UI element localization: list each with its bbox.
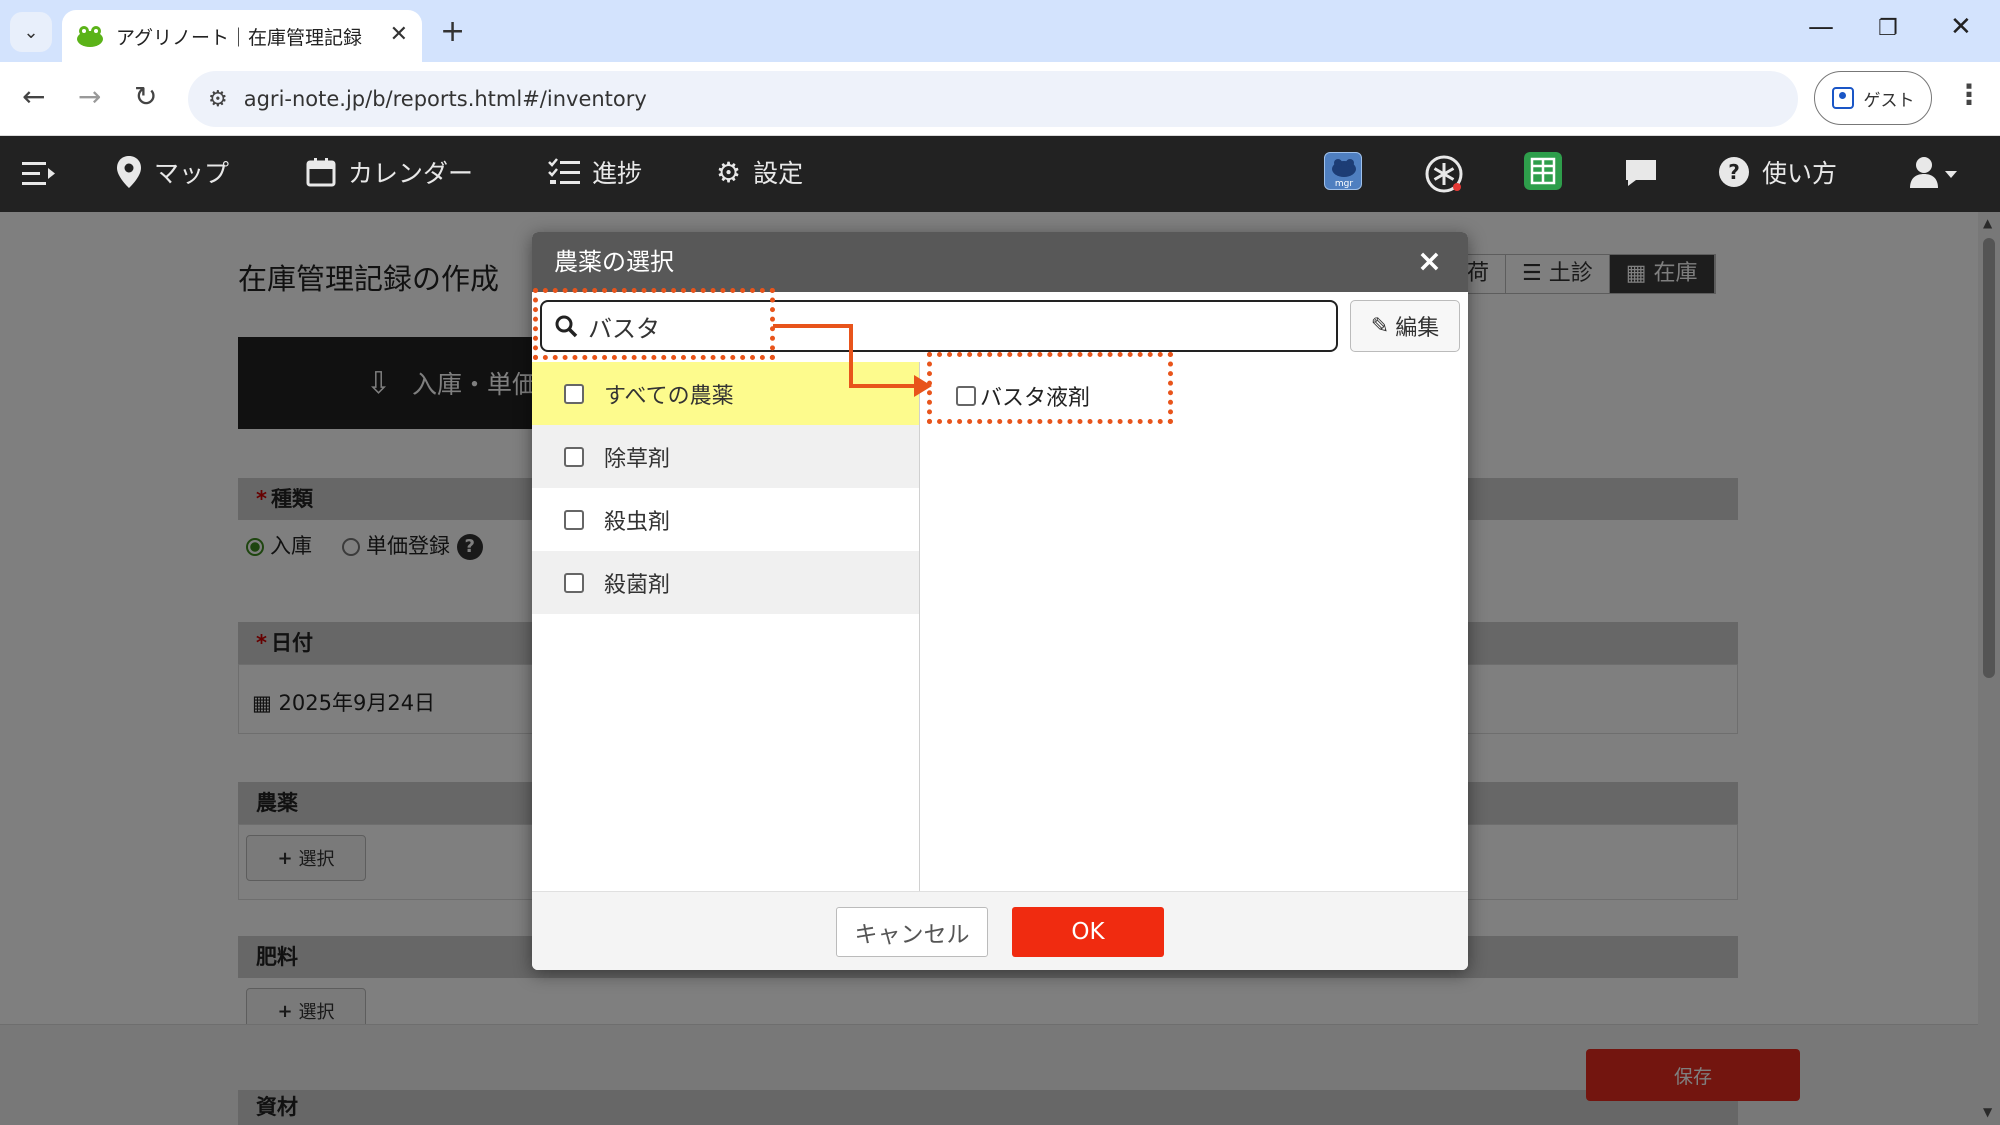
tab-title: アグリノート｜在庫管理記録 [116, 26, 363, 49]
svg-text:?: ? [1728, 160, 1740, 184]
back-icon[interactable]: ← [22, 80, 45, 113]
url-text: agri-note.jp/b/reports.html#/inventory [243, 87, 647, 111]
category-herbicide[interactable]: 除草剤 [532, 425, 919, 488]
site-info-icon[interactable]: ⚙ [208, 87, 228, 112]
edit-label: 編集 [1395, 316, 1440, 341]
mgr-icon[interactable]: mgr [1324, 152, 1362, 190]
search-highlight-box [533, 288, 775, 360]
app-nav-bar: マップ カレンダー 進捗 ⚙ 設定 mgr ? 使い方 [0, 136, 2000, 212]
gear-icon: ⚙ [716, 155, 742, 189]
tab-search-button[interactable]: ⌄ [10, 12, 52, 52]
arrow-line-vertical [849, 324, 853, 388]
checkbox[interactable] [564, 446, 584, 467]
calendar-icon [306, 158, 336, 187]
reload-icon[interactable]: ↻ [134, 80, 157, 113]
map-pin-icon [117, 156, 141, 188]
category-label: 殺菌剤 [604, 572, 671, 598]
nav-map[interactable]: マップ [116, 154, 229, 190]
profile-button[interactable]: ゲスト [1814, 71, 1932, 125]
help-icon: ? [1719, 157, 1749, 187]
profile-icon [1831, 87, 1854, 109]
nav-calendar[interactable]: カレンダー [306, 154, 473, 190]
sheet-icon[interactable] [1524, 152, 1562, 190]
restore-icon[interactable]: ❐ [1878, 16, 1898, 41]
ok-button[interactable]: OK [1012, 907, 1164, 957]
category-label: 殺虫剤 [604, 509, 671, 535]
checkbox[interactable] [564, 572, 584, 593]
checkbox[interactable] [564, 509, 584, 530]
dialog-footer: キャンセル OK [532, 891, 1468, 970]
arrow-head-icon [914, 375, 932, 397]
category-all[interactable]: すべての農薬 [532, 362, 919, 425]
checklist-icon [548, 158, 580, 184]
menu-toggle-icon[interactable] [22, 160, 56, 188]
nav-calendar-label: カレンダー [348, 159, 474, 188]
asterisk-icon[interactable] [1424, 154, 1464, 194]
dialog-title: 農薬の選択 [554, 248, 674, 276]
nav-map-label: マップ [154, 159, 230, 188]
category-label: すべての農薬 [604, 383, 734, 409]
chevron-down-icon: ⌄ [23, 21, 39, 43]
category-list: すべての農薬 除草剤 殺虫剤 殺菌剤 [532, 362, 920, 891]
nav-progress-label: 進捗 [592, 159, 643, 188]
result-highlight-box [927, 352, 1173, 424]
category-insecticide[interactable]: 殺虫剤 [532, 488, 919, 551]
chat-icon[interactable] [1624, 158, 1658, 188]
nav-settings[interactable]: ⚙ 設定 [716, 154, 803, 190]
category-fungicide[interactable]: 殺菌剤 [532, 551, 919, 614]
result-list: バスタ液剤 [920, 362, 1468, 891]
close-icon[interactable]: ✕ [390, 22, 408, 47]
url-field[interactable]: ⚙ agri-note.jp/b/reports.html#/inventory [188, 71, 1798, 127]
edit-button[interactable]: ✎ 編集 [1350, 300, 1460, 352]
nav-progress[interactable]: 進捗 [548, 154, 642, 190]
nav-settings-label: 設定 [753, 159, 804, 188]
category-label: 除草剤 [604, 446, 671, 472]
user-icon[interactable] [1908, 156, 1958, 190]
arrow-line-horizontal-2 [849, 384, 919, 388]
browser-tab-bar: ⌄ アグリノート｜在庫管理記録 ✕ + — ❐ ✕ [0, 0, 2000, 62]
plus-icon[interactable]: + [440, 14, 465, 49]
address-bar: ← → ↻ ⚙ agri-note.jp/b/reports.html#/inv… [0, 62, 2000, 136]
pencil-icon: ✎ [1370, 313, 1390, 339]
dialog-header: 農薬の選択 × [532, 232, 1468, 292]
cancel-button[interactable]: キャンセル [836, 907, 988, 957]
minimize-icon[interactable]: — [1808, 12, 1834, 42]
forward-icon[interactable]: → [78, 80, 101, 113]
profile-label: ゲスト [1863, 90, 1915, 111]
nav-help-label: 使い方 [1762, 159, 1838, 188]
browser-tab[interactable]: アグリノート｜在庫管理記録 ✕ [62, 10, 422, 62]
close-icon[interactable]: × [1417, 232, 1442, 292]
arrow-line-horizontal-1 [773, 324, 853, 328]
mgr-label: mgr [1335, 179, 1353, 189]
checkbox[interactable] [564, 383, 584, 404]
kebab-menu-icon[interactable]: ⋮ [1955, 78, 1983, 111]
close-window-icon[interactable]: ✕ [1950, 12, 1972, 42]
nav-help[interactable]: ? 使い方 [1718, 154, 1837, 190]
frog-favicon-icon [77, 26, 103, 47]
